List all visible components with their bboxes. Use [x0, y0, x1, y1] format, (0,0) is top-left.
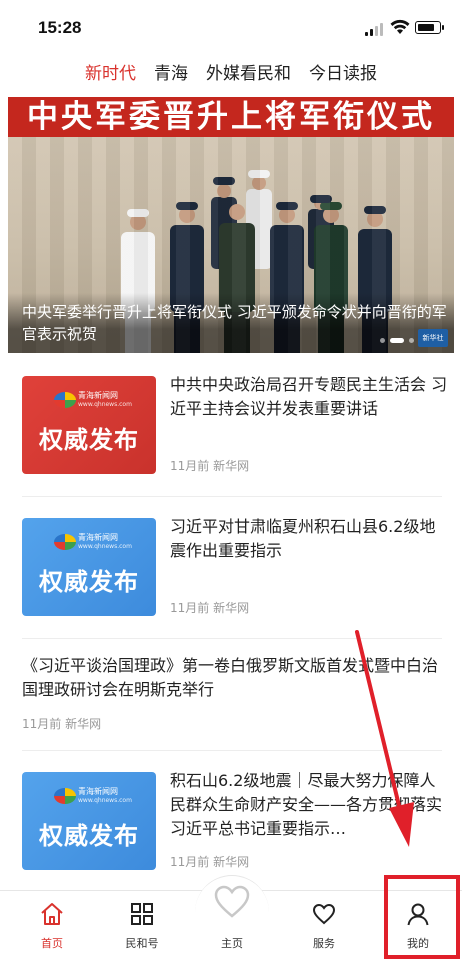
annotation-arrow: [355, 630, 414, 847]
annotation-highlight-box: [384, 875, 460, 959]
